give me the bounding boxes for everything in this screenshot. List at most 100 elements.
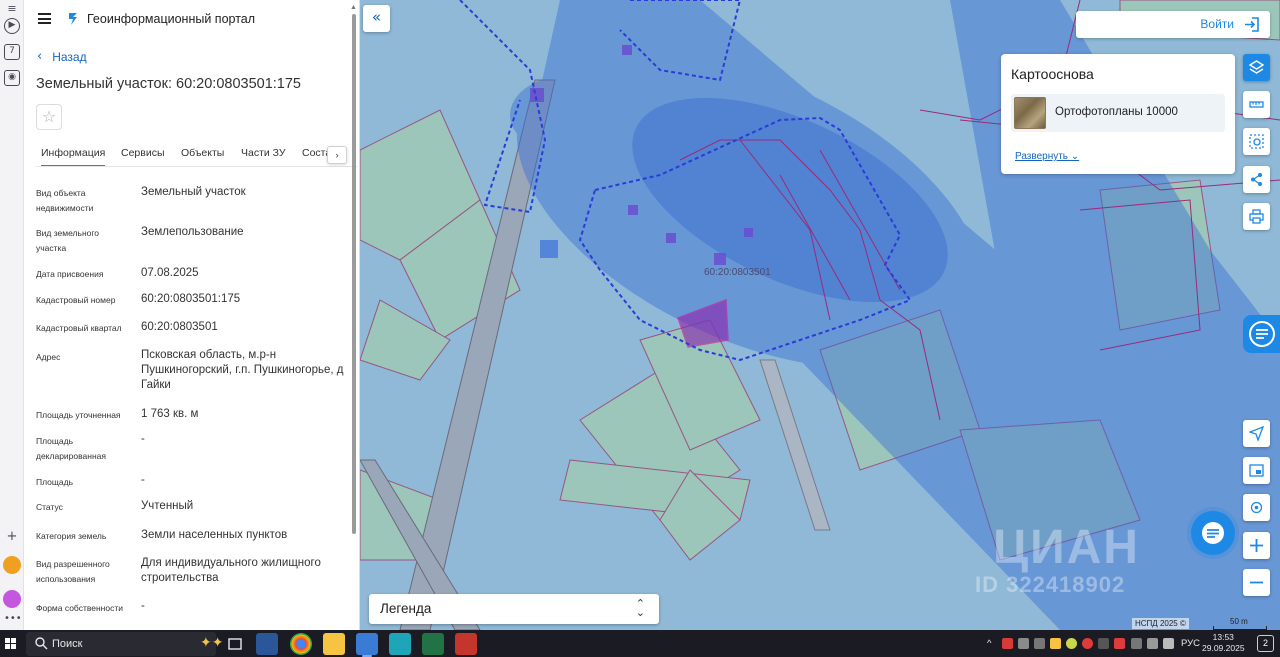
basemap-title: Картооснова	[1011, 66, 1094, 82]
notifications-badge[interactable]: 2	[1257, 635, 1274, 652]
quarter-label: 60:20:0803501	[704, 267, 771, 278]
play-icon[interactable]: ▶	[4, 18, 20, 34]
login-label: Войти	[1200, 17, 1234, 31]
expand-arrows-icon: ⌃ ⌄	[635, 597, 645, 619]
word-icon[interactable]	[256, 633, 278, 655]
legend-dropdown[interactable]: Легенда ⌃ ⌄	[369, 594, 659, 624]
task-view-icon[interactable]	[224, 633, 246, 655]
more-icon[interactable]: •••	[4, 612, 22, 628]
login-button[interactable]: Войти	[1076, 11, 1270, 38]
tab-objects[interactable]: Объекты	[181, 147, 224, 159]
network-icon[interactable]	[1131, 638, 1142, 649]
print-icon	[1249, 209, 1264, 224]
minimap-button[interactable]	[1243, 457, 1270, 484]
print-button[interactable]	[1243, 203, 1270, 230]
attr-label: Кадастровый квартал	[36, 323, 122, 333]
tab-bar: Информация Сервисы Объекты Части ЗУ Сост…	[36, 141, 358, 167]
language-indicator[interactable]: РУС	[1181, 638, 1200, 649]
windows-start-icon[interactable]	[5, 638, 17, 650]
favorite-star-icon[interactable]: ☆	[36, 104, 62, 130]
attr-value: -	[141, 433, 145, 445]
search-label: Поиск	[52, 638, 83, 650]
taskbar-search[interactable]: Поиск ✦✦	[26, 632, 223, 656]
file-explorer-icon[interactable]	[323, 633, 345, 655]
tray-expand-icon[interactable]: ^	[987, 638, 991, 649]
archiver-icon[interactable]	[455, 633, 477, 655]
basemap-option[interactable]: Ортофотопланы 10000	[1011, 94, 1225, 132]
attr-value: Псковская область, м.р-н Пушкиногорский,…	[141, 349, 344, 391]
taskbar: Поиск ✦✦ ^ РУС 13:53 29.09.2025 2	[0, 630, 1280, 657]
browser-menu-icon[interactable]: ≡	[4, 2, 20, 18]
tab-parts[interactable]: Части ЗУ	[241, 147, 286, 159]
calendar-icon[interactable]: 7	[4, 44, 20, 60]
legend-label: Легенда	[380, 601, 432, 616]
attr-value: Для индивидуального жилищного строительс…	[141, 557, 321, 584]
expand-link[interactable]: Развернуть ⌄	[1015, 151, 1079, 162]
zoom-out-button[interactable]	[1243, 569, 1270, 596]
share-button[interactable]	[1243, 166, 1270, 193]
clock[interactable]: 13:53 29.09.2025	[1202, 632, 1245, 654]
tab-information[interactable]: Информация	[41, 147, 106, 166]
tab-services[interactable]: Сервисы	[121, 147, 165, 159]
volume-icon[interactable]	[1163, 638, 1174, 649]
screen: ≡ ▶ 7 ◉ + ••• Геоинформационный портал ‹…	[0, 0, 1280, 657]
tray-app-icon[interactable]	[1114, 638, 1125, 649]
layers-icon	[1249, 60, 1264, 74]
tray-app-icon[interactable]	[1098, 638, 1109, 649]
layers-button[interactable]	[1243, 54, 1270, 81]
menu-icon[interactable]	[38, 13, 51, 24]
chat-icon	[1202, 522, 1224, 544]
back-link[interactable]: ‹ Назад	[37, 49, 87, 64]
wifi-icon[interactable]	[1147, 638, 1158, 649]
select-area-button[interactable]	[1243, 128, 1270, 155]
attr-label: Вид земельного участка	[36, 228, 100, 253]
attr-value: 60:20:0803501	[141, 321, 218, 333]
orthophoto-thumbnail	[1014, 97, 1046, 129]
chrome-icon[interactable]	[290, 633, 312, 655]
yandex-browser-icon[interactable]	[356, 633, 378, 657]
collapse-panel-icon[interactable]: «	[363, 5, 390, 32]
structure-mark	[540, 240, 558, 258]
app-icon-teal[interactable]	[389, 633, 411, 655]
zoom-in-icon	[1250, 539, 1263, 552]
select-area-icon	[1249, 134, 1264, 149]
attr-value: -	[141, 474, 145, 486]
locate-button[interactable]	[1243, 420, 1270, 447]
scale-label: 50 m	[1230, 617, 1248, 626]
attr-label: Площадь	[36, 477, 74, 487]
tray-app-icon[interactable]	[1050, 638, 1061, 649]
page-title: Земельный участок: 60:20:0803501:175	[36, 76, 301, 92]
attr-label: Категория земель	[36, 531, 107, 541]
attr-value: -	[141, 600, 145, 612]
lane	[759, 359, 831, 531]
geolocation-button[interactable]	[1243, 494, 1270, 521]
tray-app-icon[interactable]	[1018, 638, 1029, 649]
scroll-up-icon[interactable]: ▲	[350, 4, 357, 11]
copilot-sparkle-icon: ✦✦	[200, 635, 224, 651]
assistant-icon[interactable]	[3, 590, 21, 608]
panel-scrollbar[interactable]	[352, 14, 356, 534]
tray-app-icon[interactable]	[1082, 638, 1093, 649]
tray-app-icon[interactable]	[1002, 638, 1013, 649]
tray-app-icon[interactable]	[1066, 638, 1077, 649]
add-icon[interactable]: +	[4, 530, 20, 546]
chevron-down-icon: ⌄	[1070, 151, 1080, 162]
tray-app-icon[interactable]	[1034, 638, 1045, 649]
basemap-option-label: Ортофотопланы 10000	[1055, 106, 1178, 118]
side-panel-tab[interactable]	[1243, 315, 1280, 353]
chat-button[interactable]	[1191, 511, 1235, 555]
zoom-in-button[interactable]	[1243, 532, 1270, 559]
geolocation-icon	[1250, 501, 1263, 514]
attr-label: Статус	[36, 502, 63, 512]
login-icon	[1245, 17, 1259, 32]
search-icon	[35, 637, 48, 650]
clock-time: 13:53	[1212, 632, 1234, 642]
eye-icon[interactable]: ◉	[4, 70, 20, 86]
info-panel: Геоинформационный портал ‹ Назад Земельн…	[24, 0, 360, 630]
app-icon[interactable]	[3, 556, 21, 574]
basemap-card: Картооснова Ортофотопланы 10000 Разверну…	[1001, 54, 1235, 174]
measure-button[interactable]	[1243, 91, 1270, 118]
excel-icon[interactable]	[422, 633, 444, 655]
tabs-scroll-right-icon[interactable]: ›	[327, 146, 347, 164]
attr-label: Вид объекта недвижимости	[36, 188, 94, 213]
